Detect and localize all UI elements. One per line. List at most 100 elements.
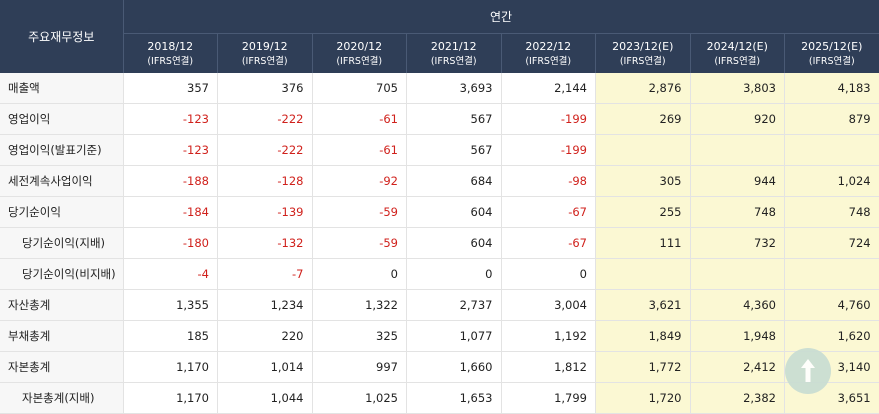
table-cell: 920	[690, 104, 785, 135]
table-cell: 732	[690, 228, 785, 259]
table-cell: 1,170	[123, 352, 218, 383]
table-row: 당기순이익(지배)-180-132-59604-67111732724	[0, 228, 879, 259]
table-cell: 2,412	[690, 352, 785, 383]
table-cell: 269	[596, 104, 691, 135]
table-cell: 1,234	[218, 290, 313, 321]
header-year-basis: (IFRS연결)	[218, 54, 312, 69]
table-cell: -59	[312, 228, 407, 259]
table-cell: 1,948	[690, 321, 785, 352]
row-label: 세전계속사업이익	[0, 166, 123, 197]
table-cell: -4	[123, 259, 218, 290]
row-label: 영업이익	[0, 104, 123, 135]
row-label: 영업이익(발표기준)	[0, 135, 123, 166]
table-cell: 3,803	[690, 73, 785, 104]
table-row: 자본총계(지배)1,1701,0441,0251,6531,7991,7202,…	[0, 383, 879, 414]
table-cell: 724	[785, 228, 879, 259]
header-year-basis: (IFRS연결)	[313, 54, 407, 69]
row-label: 당기순이익(지배)	[0, 228, 123, 259]
header-year-label: 2023/12(E)	[612, 40, 673, 53]
table-cell: 1,355	[123, 290, 218, 321]
table-cell: 325	[312, 321, 407, 352]
table-cell: 3,693	[407, 73, 502, 104]
table-row: 영업이익-123-222-61567-199269920879	[0, 104, 879, 135]
table-cell	[596, 259, 691, 290]
table-cell: -61	[312, 135, 407, 166]
table-cell: 220	[218, 321, 313, 352]
table-cell: 2,382	[690, 383, 785, 414]
table-cell	[690, 259, 785, 290]
table-cell: -222	[218, 104, 313, 135]
table-row: 매출액3573767053,6932,1442,8763,8034,183	[0, 73, 879, 104]
table-cell: 2,144	[501, 73, 596, 104]
table-cell: 2,737	[407, 290, 502, 321]
header-year: 2021/12(IFRS연결)	[407, 34, 502, 74]
header-year-label: 2021/12	[431, 40, 477, 53]
table-cell: -128	[218, 166, 313, 197]
table-cell: -199	[501, 104, 596, 135]
header-year: 2018/12(IFRS연결)	[123, 34, 218, 74]
table-row: 자본총계1,1701,0149971,6601,8121,7722,4123,1…	[0, 352, 879, 383]
row-label: 부채총계	[0, 321, 123, 352]
table-cell: 997	[312, 352, 407, 383]
header-year-basis: (IFRS연결)	[596, 54, 690, 69]
table-cell: -61	[312, 104, 407, 135]
table-cell: 1,720	[596, 383, 691, 414]
table-cell: -132	[218, 228, 313, 259]
table-cell: 4,360	[690, 290, 785, 321]
table-cell: -7	[218, 259, 313, 290]
table-cell: -222	[218, 135, 313, 166]
table-cell: 1,170	[123, 383, 218, 414]
table-row: 영업이익(발표기준)-123-222-61567-199	[0, 135, 879, 166]
header-year: 2024/12(E)(IFRS연결)	[690, 34, 785, 74]
table-cell: 879	[785, 104, 879, 135]
table-cell: 3,621	[596, 290, 691, 321]
row-label: 당기순이익(비지배)	[0, 259, 123, 290]
header-annual: 연간	[123, 0, 879, 34]
arrow-up-icon	[800, 358, 816, 384]
header-year: 2022/12(IFRS연결)	[501, 34, 596, 74]
table-cell: -180	[123, 228, 218, 259]
header-year-basis: (IFRS연결)	[502, 54, 596, 69]
header-year: 2019/12(IFRS연결)	[218, 34, 313, 74]
table-row: 세전계속사업이익-188-128-92684-983059441,024	[0, 166, 879, 197]
header-year-basis: (IFRS연결)	[407, 54, 501, 69]
table-cell: 1,812	[501, 352, 596, 383]
table-cell: 1,660	[407, 352, 502, 383]
table-cell: 1,849	[596, 321, 691, 352]
table-cell: 567	[407, 135, 502, 166]
table-cell: -59	[312, 197, 407, 228]
header-year-label: 2020/12	[336, 40, 382, 53]
table-cell: -123	[123, 104, 218, 135]
table-cell: -98	[501, 166, 596, 197]
table-cell: 748	[690, 197, 785, 228]
table-cell: -184	[123, 197, 218, 228]
table-cell: -139	[218, 197, 313, 228]
table-cell: 567	[407, 104, 502, 135]
header-year-basis: (IFRS연결)	[124, 54, 218, 69]
table-cell: 604	[407, 197, 502, 228]
table-cell: 1,322	[312, 290, 407, 321]
table-cell: 1,772	[596, 352, 691, 383]
row-label: 자본총계	[0, 352, 123, 383]
table-cell: 1,025	[312, 383, 407, 414]
table-cell: -199	[501, 135, 596, 166]
table-cell: 1,077	[407, 321, 502, 352]
table-row: 당기순이익-184-139-59604-67255748748	[0, 197, 879, 228]
table-cell: 3,004	[501, 290, 596, 321]
table-cell: 684	[407, 166, 502, 197]
table-cell: 255	[596, 197, 691, 228]
table-cell: 748	[785, 197, 879, 228]
row-label: 자산총계	[0, 290, 123, 321]
header-year-basis: (IFRS연결)	[691, 54, 785, 69]
header-year: 2023/12(E)(IFRS연결)	[596, 34, 691, 74]
table-cell: 1,653	[407, 383, 502, 414]
header-year-label: 2024/12(E)	[707, 40, 768, 53]
table-cell: 1,192	[501, 321, 596, 352]
table-cell: 4,183	[785, 73, 879, 104]
table-cell: 604	[407, 228, 502, 259]
table-cell: 357	[123, 73, 218, 104]
table-cell	[690, 135, 785, 166]
row-label: 자본총계(지배)	[0, 383, 123, 414]
scroll-to-top-button[interactable]	[785, 348, 831, 394]
table-cell: 705	[312, 73, 407, 104]
